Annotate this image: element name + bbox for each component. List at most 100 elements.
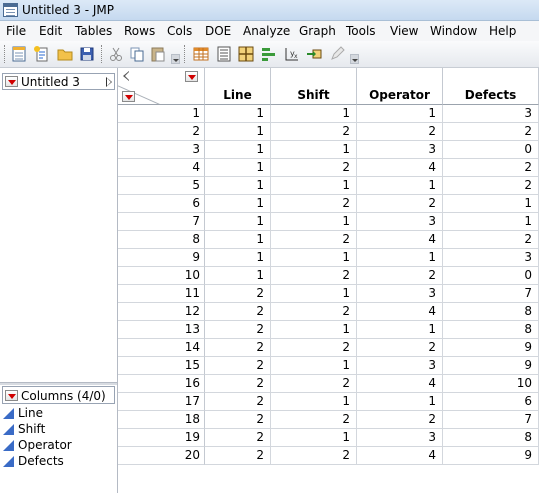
table-row[interactable]: 41242 [118,159,539,177]
row-number[interactable]: 19 [118,429,205,447]
table-row[interactable]: 10 1 2 2 0 [118,267,539,285]
table-row[interactable]: 12 2 2 4 8 [118,303,539,321]
menu-window[interactable]: Window [430,24,477,38]
menu-tools[interactable]: Tools [346,24,376,38]
toolbar-grip[interactable] [4,45,7,63]
collapse-panel-arrow-icon[interactable] [123,71,129,81]
table-cell[interactable]: 2 [271,447,357,465]
table-cell[interactable]: 2 [357,123,443,141]
row-number[interactable]: 7 [118,213,205,231]
column-item-line[interactable]: Line [3,406,72,422]
table-cell[interactable]: 1 [271,429,357,447]
column-item-defects[interactable]: Defects [3,454,72,470]
table-cell[interactable]: 2 [271,267,357,285]
table-cell[interactable]: 2 [271,411,357,429]
table-cell[interactable]: 4 [357,231,443,249]
table-cell[interactable]: 1 [205,195,271,213]
column-item-operator[interactable]: Operator [3,438,72,454]
columns-red-triangle-icon[interactable] [185,71,198,82]
column-header-operator[interactable]: Operator [357,68,443,105]
table-cell[interactable]: 3 [357,357,443,375]
table-list-icon[interactable] [215,45,233,63]
table-cell[interactable]: 1 [205,213,271,231]
table-hotspot-red-triangle-icon[interactable] [5,76,18,87]
row-number[interactable]: 3 [118,141,205,159]
table-row[interactable]: 15 2 1 3 9 [118,357,539,375]
grid-icon[interactable] [237,45,255,63]
table-cell[interactable]: 3 [443,105,539,123]
menu-help[interactable]: Help [489,24,516,38]
table-cell[interactable]: 2 [205,321,271,339]
table-cell[interactable]: 2 [205,393,271,411]
table-cell[interactable]: 1 [205,105,271,123]
menu-rows[interactable]: Rows [124,24,155,38]
expand-arrow-icon[interactable] [106,77,112,87]
menu-cols[interactable]: Cols [167,24,192,38]
save-icon[interactable] [78,45,96,63]
table-cell[interactable]: 1 [271,321,357,339]
row-number[interactable]: 4 [118,159,205,177]
table-cell[interactable]: 2 [357,411,443,429]
bar-chart-icon[interactable] [260,45,278,63]
copy-icon[interactable] [128,45,146,63]
table-cell[interactable]: 2 [271,339,357,357]
row-number[interactable]: 5 [118,177,205,195]
menu-tables[interactable]: Tables [75,24,112,38]
table-cell[interactable]: 4 [357,375,443,393]
table-cell[interactable]: 9 [443,357,539,375]
table-cell[interactable]: 1 [205,267,271,285]
table-cell[interactable]: 1 [357,105,443,123]
table-cell[interactable]: 2 [271,159,357,177]
table-row[interactable]: 11 2 1 3 7 [118,285,539,303]
table-cell[interactable]: 6 [443,393,539,411]
row-number[interactable]: 10 [118,267,205,285]
table-cell[interactable]: 4 [357,447,443,465]
menu-view[interactable]: View [390,24,418,38]
table-cell[interactable]: 2 [357,195,443,213]
table-row[interactable]: 17 2 1 1 6 [118,393,539,411]
table-row[interactable]: 20 2 2 4 9 [118,447,539,465]
table-cell[interactable]: 2 [205,429,271,447]
table-row[interactable]: 31130 [118,141,539,159]
menu-edit[interactable]: Edit [39,24,62,38]
table-cell[interactable]: 8 [443,429,539,447]
table-cell[interactable]: 1 [205,231,271,249]
table-row[interactable]: 18 2 2 2 7 [118,411,539,429]
table-cell[interactable]: 3 [443,249,539,267]
table-cell[interactable]: 3 [357,141,443,159]
table-cell[interactable]: 2 [357,267,443,285]
table-cell[interactable]: 1 [271,357,357,375]
table-row[interactable]: 91113 [118,249,539,267]
table-cell[interactable]: 1 [443,213,539,231]
arrow-table-icon[interactable] [305,45,323,63]
menu-file[interactable]: File [6,24,26,38]
table-cell[interactable]: 2 [443,123,539,141]
new-script-icon[interactable] [33,45,51,63]
row-number[interactable]: 16 [118,375,205,393]
table-cell[interactable]: 1 [205,159,271,177]
table-cell[interactable]: 7 [443,411,539,429]
menu-doe[interactable]: DOE [205,24,231,38]
table-cell[interactable]: 4 [357,159,443,177]
table-cell[interactable]: 9 [443,447,539,465]
table-cell[interactable]: 3 [357,213,443,231]
table-cell[interactable]: 2 [205,375,271,393]
column-item-shift[interactable]: Shift [3,422,72,438]
table-cell[interactable]: 2 [443,159,539,177]
table-row[interactable]: 19 2 1 3 8 [118,429,539,447]
table-cell[interactable]: 2 [271,195,357,213]
toolbar-overflow-chevron[interactable] [350,54,359,64]
table-row[interactable]: 81242 [118,231,539,249]
table-cell[interactable]: 2 [205,285,271,303]
table-cell[interactable]: 1 [271,393,357,411]
table-cell[interactable]: 2 [205,339,271,357]
table-row[interactable]: 61221 [118,195,539,213]
new-data-table-icon[interactable] [10,45,28,63]
table-cell[interactable]: 1 [357,177,443,195]
table-row[interactable]: 16 2 2 4 10 [118,375,539,393]
table-row[interactable]: 51112 [118,177,539,195]
formula-icon[interactable]: yx [283,45,301,63]
row-number[interactable]: 8 [118,231,205,249]
table-cell[interactable]: 1 [271,141,357,159]
table-cell[interactable]: 1 [357,249,443,267]
